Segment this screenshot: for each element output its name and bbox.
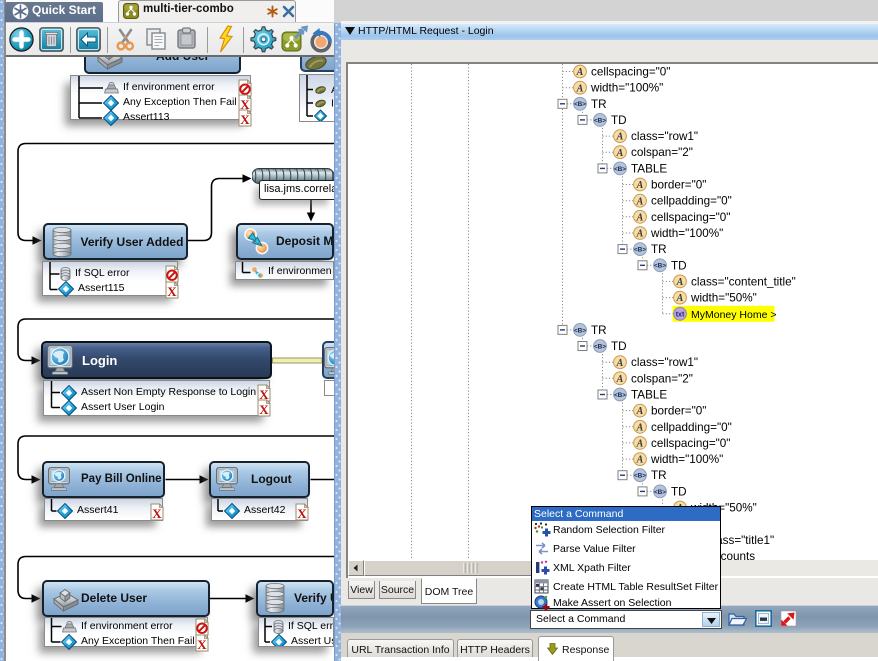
svg-text:A: A <box>616 374 624 385</box>
svg-text:cellpadding="0": cellpadding="0" <box>651 195 732 208</box>
svg-text:colspan="2": colspan="2" <box>631 372 693 385</box>
svg-text:A: A <box>616 132 624 143</box>
svg-text:width="100%": width="100%" <box>590 82 663 95</box>
svg-text:<B>: <B> <box>634 247 646 254</box>
svg-text:width="100%": width="100%" <box>650 453 723 466</box>
svg-text:X: X <box>240 112 250 127</box>
svg-text:width="100%": width="100%" <box>650 227 723 240</box>
svg-text:TABLE: TABLE <box>631 389 667 402</box>
svg-text:<B>: <B> <box>654 263 666 270</box>
svg-text:class="row1": class="row1" <box>631 356 698 369</box>
svg-text:cellpadding="0": cellpadding="0" <box>651 421 732 434</box>
svg-text:<B>: <B> <box>614 166 626 173</box>
svg-text:cellspacing="0": cellspacing="0" <box>651 437 730 450</box>
svg-text:<B>: <B> <box>594 117 606 124</box>
svg-text:A: A <box>636 212 644 223</box>
svg-text:cellspacing="0": cellspacing="0" <box>651 211 730 224</box>
svg-text:TABLE: TABLE <box>631 162 667 175</box>
svg-text:A: A <box>676 277 684 288</box>
svg-text:X: X <box>197 637 207 652</box>
svg-text:<B>: <B> <box>574 101 586 108</box>
svg-text:TR: TR <box>591 324 607 337</box>
svg-text:A: A <box>636 455 644 466</box>
svg-text:txt: txt <box>676 311 685 318</box>
svg-text:I: I <box>331 97 334 109</box>
svg-text:border="0": border="0" <box>651 179 706 192</box>
svg-text:X: X <box>152 506 162 521</box>
svg-text:A: A <box>636 406 644 417</box>
svg-text:X: X <box>259 402 269 417</box>
svg-text:A: A <box>331 84 334 96</box>
svg-text:A: A <box>616 358 624 369</box>
svg-text:<B>: <B> <box>634 473 646 480</box>
svg-text:A: A <box>616 148 624 159</box>
svg-text:width="50%": width="50%" <box>690 292 757 305</box>
svg-text:border="0": border="0" <box>651 405 706 418</box>
svg-text:<B>: <B> <box>594 343 606 350</box>
svg-text:class="row1": class="row1" <box>631 130 698 143</box>
svg-text:class="content_title": class="content_title" <box>691 275 796 288</box>
svg-text:A: A <box>576 67 584 78</box>
svg-text:<B>: <B> <box>614 392 626 399</box>
svg-text:colspan="2": colspan="2" <box>631 146 693 159</box>
svg-text:<B>: <B> <box>574 327 586 334</box>
svg-text:A: A <box>636 422 644 433</box>
svg-text:X: X <box>297 506 307 521</box>
svg-text:A: A <box>636 439 644 450</box>
svg-text:TR: TR <box>651 243 667 256</box>
svg-text:TR: TR <box>651 469 667 482</box>
svg-text:TD: TD <box>671 259 687 272</box>
svg-text:A: A <box>636 196 644 207</box>
svg-text:TD: TD <box>611 114 627 127</box>
svg-text:TD: TD <box>611 340 627 353</box>
svg-text:A: A <box>636 180 644 191</box>
svg-text:cellspacing="0": cellspacing="0" <box>591 66 670 79</box>
svg-text:A: A <box>576 83 584 94</box>
svg-text:TR: TR <box>591 98 607 111</box>
svg-text:X: X <box>167 284 177 299</box>
svg-text:<B>: <B> <box>654 489 666 496</box>
svg-text:A: A <box>676 293 684 304</box>
svg-text:TD: TD <box>671 485 687 498</box>
svg-text:MyMoney Home >: MyMoney Home > <box>691 309 777 321</box>
svg-text:A: A <box>636 229 644 240</box>
